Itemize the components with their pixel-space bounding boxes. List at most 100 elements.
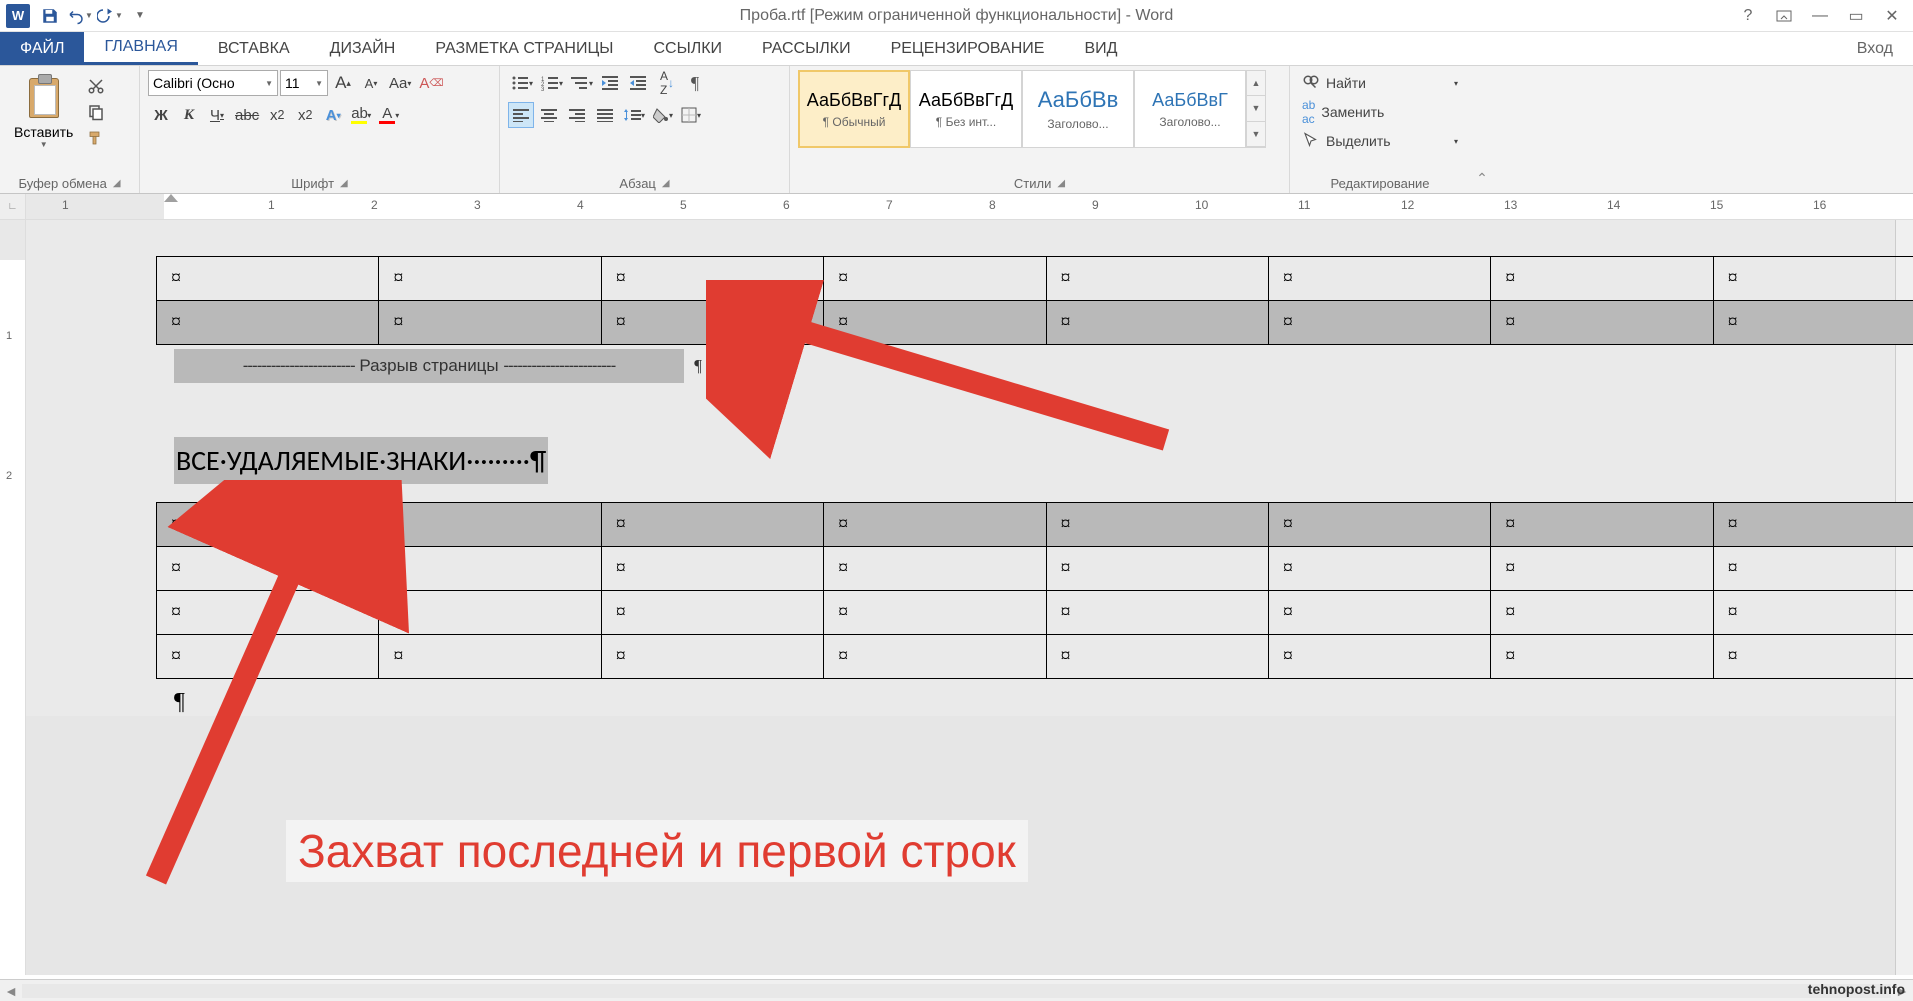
style-heading2[interactable]: АаБбВвГ Заголово... [1134, 70, 1246, 148]
style-heading1[interactable]: АаБбВв Заголово... [1022, 70, 1134, 148]
grow-font-button[interactable]: A▴ [330, 70, 356, 96]
increase-indent-button[interactable] [626, 70, 652, 96]
ruler-tick: 3 [474, 198, 481, 212]
tab-insert[interactable]: ВСТАВКА [198, 32, 310, 65]
highlight-button[interactable]: ab▾ [348, 102, 374, 128]
horizontal-ruler-row: ∟ 11234567891011121314151617 [0, 194, 1913, 220]
shading-button[interactable]: ▾ [650, 102, 676, 128]
bullets-button[interactable]: ▾ [508, 70, 536, 96]
font-color-button[interactable]: A▾ [376, 102, 402, 128]
align-left-button[interactable] [508, 102, 534, 128]
qat-customize-button[interactable]: ▼ [126, 2, 154, 30]
ruler-tick: 11 [1298, 198, 1310, 212]
font-dialog-launcher[interactable]: ◢ [340, 178, 348, 189]
svg-text:3: 3 [541, 87, 545, 91]
indent-marker[interactable] [164, 194, 178, 208]
group-font-label: Шрифт [291, 176, 334, 191]
align-center-button[interactable] [536, 102, 562, 128]
font-name-value: Calibri (Осно [153, 75, 235, 91]
horizontal-scrollbar[interactable]: ◄ ► [0, 979, 1913, 1001]
bold-button[interactable]: Ж [148, 102, 174, 128]
tab-design[interactable]: ДИЗАЙН [310, 32, 416, 65]
paste-button[interactable]: Вставить ▼ [8, 70, 79, 151]
close-button[interactable]: ✕ [1877, 2, 1907, 30]
font-size-value: 11 [285, 75, 300, 91]
align-center-icon [541, 108, 557, 122]
vruler-tick: 2 [6, 470, 12, 482]
vertical-ruler[interactable]: 12 [0, 220, 26, 975]
style-no-spacing[interactable]: АаБбВвГгД ¶ Без инт... [910, 70, 1022, 148]
change-case-button[interactable]: Aa▾ [386, 70, 414, 96]
find-icon [1302, 74, 1320, 92]
sort-button[interactable]: AZ↓ [654, 70, 680, 96]
paragraph-dialog-launcher[interactable]: ◢ [662, 178, 670, 189]
sign-in-link[interactable]: Вход [1837, 32, 1913, 65]
style-normal[interactable]: АаБбВвГгД ¶ Обычный [798, 70, 910, 148]
shading-icon [653, 107, 669, 123]
ruler-tick: 5 [680, 198, 687, 212]
align-right-button[interactable] [564, 102, 590, 128]
tab-file[interactable]: ФАЙЛ [0, 32, 84, 65]
line-spacing-button[interactable]: ▾ [620, 102, 648, 128]
ruler-tick: 4 [577, 198, 584, 212]
clear-formatting-button[interactable]: A⌫ [416, 70, 446, 96]
styles-scroll-down[interactable]: ▼ [1247, 96, 1265, 121]
select-button[interactable]: Выделить▾ [1298, 130, 1462, 152]
tab-layout[interactable]: РАЗМЕТКА СТРАНИЦЫ [415, 32, 633, 65]
cut-button[interactable] [83, 74, 109, 98]
hscroll-track[interactable] [22, 984, 1891, 998]
ruler-tick: 9 [1092, 198, 1099, 212]
font-size-selector[interactable]: 11▼ [280, 70, 328, 96]
shrink-font-button[interactable]: A▾ [358, 70, 384, 96]
redo-icon [97, 7, 115, 25]
redo-button[interactable]: ▼ [96, 2, 124, 30]
multilevel-button[interactable]: ▾ [568, 70, 596, 96]
styles-scroll-up[interactable]: ▲ [1247, 71, 1265, 96]
minimize-button[interactable]: — [1805, 2, 1835, 30]
ribbon: Вставить ▼ Буфер обмена◢ Calibri (Осно▼ … [0, 66, 1913, 194]
page[interactable]: ¤ ¤ ¤ ¤ ¤ ¤ ¤ ¤ ¤ ¤ ¤ ¤ ¤ ¤ ¤ ¤ ----- [26, 220, 1895, 716]
maximize-button[interactable]: ▭ [1841, 2, 1871, 30]
align-justify-button[interactable] [592, 102, 618, 128]
italic-button[interactable]: К [176, 102, 202, 128]
tab-view[interactable]: ВИД [1064, 32, 1137, 65]
borders-button[interactable]: ▾ [678, 102, 704, 128]
format-painter-button[interactable] [83, 126, 109, 150]
tab-home[interactable]: ГЛАВНАЯ [84, 32, 197, 65]
page-break-indicator: ------------------------ Разрыв страницы… [174, 349, 684, 383]
window-controls: ? — ▭ ✕ [1733, 2, 1913, 30]
tab-review[interactable]: РЕЦЕНЗИРОВАНИЕ [871, 32, 1065, 65]
ruler-tick: 2 [371, 198, 378, 212]
styles-dialog-launcher[interactable]: ◢ [1057, 178, 1065, 189]
ruler-tick: 10 [1195, 198, 1208, 212]
decrease-indent-button[interactable] [598, 70, 624, 96]
superscript-button[interactable]: x2 [292, 102, 318, 128]
brush-icon [87, 129, 105, 147]
subscript-button[interactable]: x2 [264, 102, 290, 128]
find-button[interactable]: Найти▾ [1298, 72, 1462, 94]
font-name-selector[interactable]: Calibri (Осно▼ [148, 70, 278, 96]
clipboard-dialog-launcher[interactable]: ◢ [113, 178, 121, 189]
underline-button[interactable]: Ч▾ [204, 102, 230, 128]
copy-button[interactable] [83, 100, 109, 124]
group-styles: АаБбВвГгД ¶ Обычный АаБбВвГгД ¶ Без инт.… [790, 66, 1290, 193]
hscroll-left[interactable]: ◄ [0, 983, 22, 999]
ruler-tick: 1 [268, 198, 275, 212]
group-styles-label: Стили [1014, 176, 1051, 191]
replace-button[interactable]: abac Заменить [1298, 96, 1462, 128]
styles-expand[interactable]: ▼ [1247, 122, 1265, 147]
replace-icon: abac [1302, 98, 1315, 126]
collapse-ribbon-button[interactable]: ⌃ [1476, 170, 1488, 187]
tab-references[interactable]: ССЫЛКИ [633, 32, 742, 65]
show-marks-button[interactable]: ¶ [682, 70, 708, 96]
text-effects-button[interactable]: A▾ [320, 102, 346, 128]
undo-button[interactable]: ▼ [66, 2, 94, 30]
help-button[interactable]: ? [1733, 2, 1763, 30]
tab-mailings[interactable]: РАССЫЛКИ [742, 32, 871, 65]
save-button[interactable] [36, 2, 64, 30]
strikethrough-button[interactable]: abc [232, 102, 262, 128]
window-title: Проба.rtf [Режим ограниченной функционал… [740, 7, 1174, 25]
numbering-button[interactable]: 123▾ [538, 70, 566, 96]
horizontal-ruler[interactable]: 11234567891011121314151617 [26, 194, 1913, 219]
ribbon-options-button[interactable] [1769, 2, 1799, 30]
